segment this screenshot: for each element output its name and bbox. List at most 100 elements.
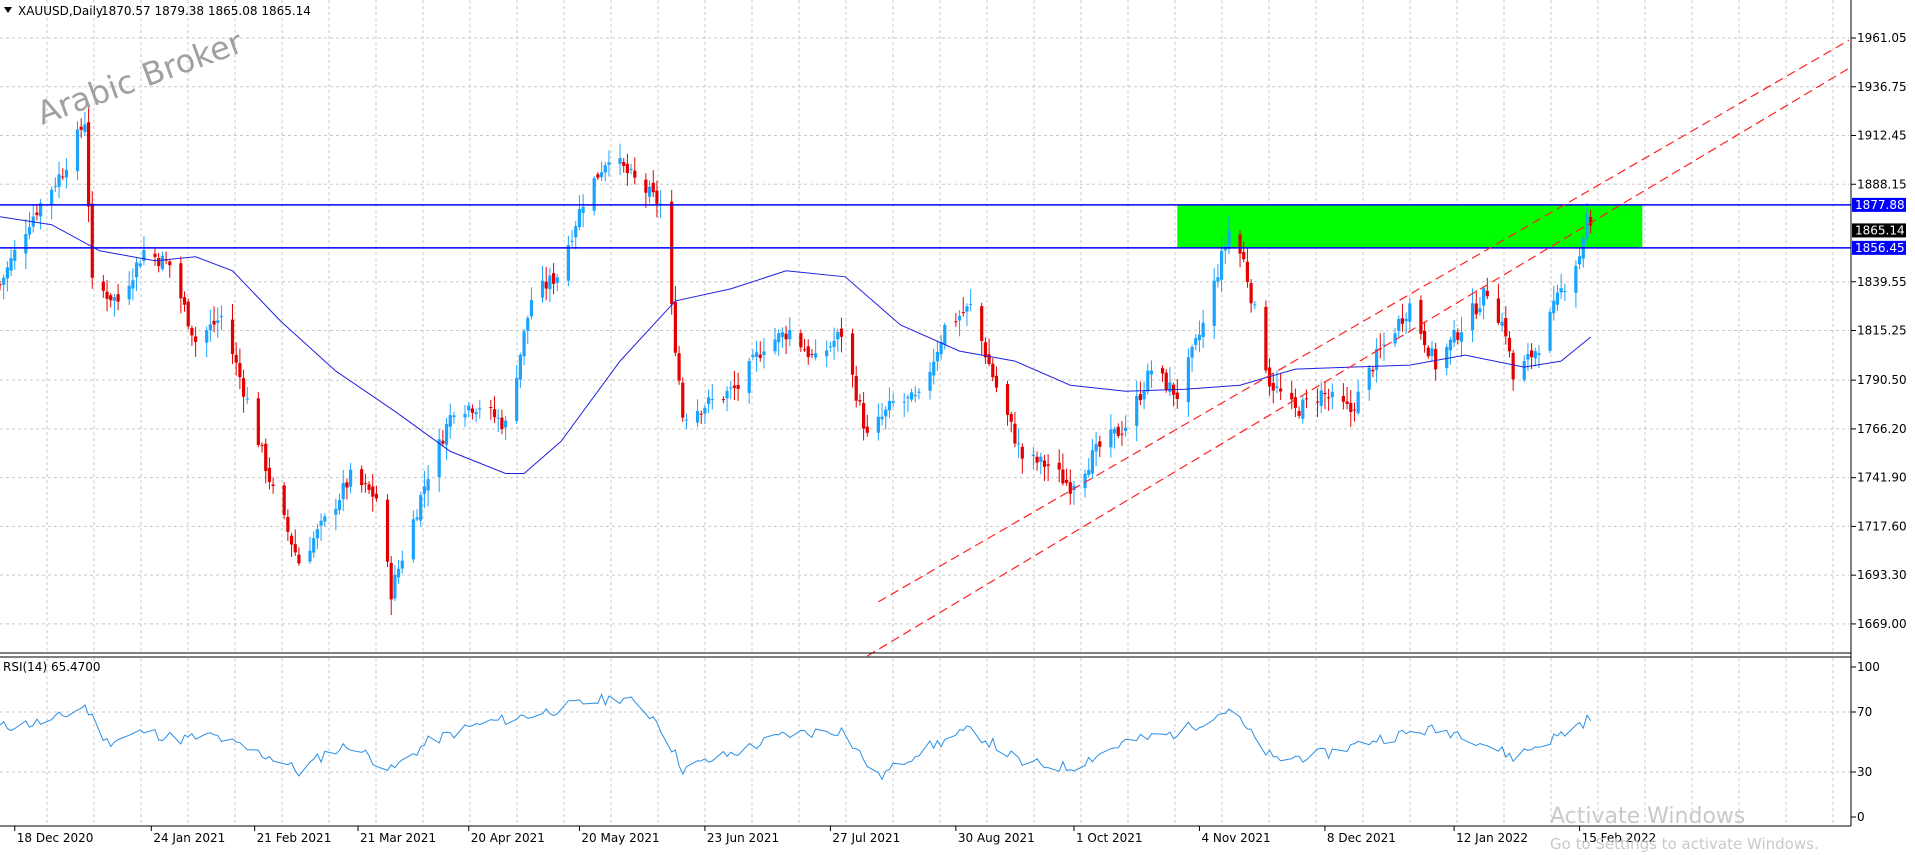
candle-body (902, 401, 906, 403)
candle-body (810, 354, 814, 356)
candle-body (1533, 351, 1537, 359)
candle-body (0, 284, 2, 286)
candle-body (1094, 444, 1098, 452)
candle-body (703, 407, 707, 414)
candle-body (1138, 394, 1143, 401)
candle-body (319, 520, 323, 526)
candle-body (932, 361, 936, 376)
candle-body (1371, 369, 1375, 372)
candle-body (160, 255, 164, 270)
candle-body (887, 400, 892, 411)
activate-windows-title: Activate Windows (1550, 804, 1745, 829)
candle-body (27, 227, 32, 235)
x-tick-label: 23 Jun 2021 (707, 831, 779, 845)
resistance-zone[interactable] (1177, 204, 1643, 248)
candle-body (655, 190, 659, 204)
candle-body (79, 126, 83, 130)
candle-body (216, 320, 220, 323)
candle-body (758, 354, 762, 358)
candle-body (788, 330, 792, 340)
candle-body (633, 170, 637, 178)
candle-body (182, 297, 187, 305)
candle-body (1039, 456, 1043, 462)
candle-body (61, 176, 65, 178)
candle-body (1459, 332, 1464, 342)
candle-body (293, 544, 297, 553)
candle-body (83, 124, 87, 132)
candle-body (991, 363, 995, 378)
candle-body (112, 297, 117, 301)
candle-body (825, 350, 829, 357)
y-tick-label: 1839.55 (1857, 275, 1907, 289)
candle-body (1164, 372, 1168, 390)
candle-body (647, 186, 652, 197)
chart-canvas: 1961.05 1936.75 1912.45 1888.15 1839.55 1815.… (0, 0, 1915, 855)
candle-body (323, 516, 327, 522)
candle-body (1064, 479, 1069, 483)
candle-body (1404, 318, 1408, 322)
candle-body (773, 339, 777, 352)
candle-body (607, 162, 611, 165)
candle-body (865, 426, 869, 433)
candle-body (1559, 288, 1563, 293)
candle-body (729, 387, 733, 389)
y-tick-label: 1936.75 (1857, 80, 1907, 94)
candle-body (1485, 290, 1489, 297)
candle-body (1146, 370, 1150, 392)
candle-body (1422, 330, 1427, 346)
candle-body (496, 417, 500, 419)
candle-body (551, 273, 556, 284)
candle-body (1367, 367, 1371, 390)
candle-body (943, 324, 947, 345)
rsi-y-tick-label: 100 (1857, 660, 1880, 674)
candle-body (116, 294, 120, 302)
candle-body (1430, 348, 1434, 357)
candle-body (1109, 429, 1113, 448)
candle-body (437, 439, 441, 478)
x-tick-label: 12 Jan 2022 (1456, 831, 1528, 845)
candle-body (1098, 441, 1102, 447)
candle-body (935, 352, 940, 362)
candle-body (374, 493, 379, 499)
candle-body (1068, 482, 1072, 494)
candle-body (1552, 300, 1556, 314)
candle-body (1227, 230, 1231, 249)
activate-windows-subtitle: Go to Settings to activate Windows. (1550, 835, 1819, 853)
candle-body (1264, 306, 1268, 371)
y-tick-label: 1888.15 (1857, 177, 1907, 191)
y-tick-label: 1717.60 (1857, 519, 1907, 533)
candle-body (1009, 414, 1013, 422)
candle-body (1555, 292, 1560, 305)
candle-body (555, 277, 559, 283)
candle-body (725, 390, 729, 399)
candle-body (1290, 392, 1294, 400)
candle-body (710, 398, 714, 401)
x-tick-label: 1 Oct 2021 (1076, 831, 1143, 845)
y-tick-label: 1693.30 (1857, 568, 1907, 582)
candle-body (1061, 469, 1065, 484)
candle-body (1478, 308, 1482, 313)
candle-body (1301, 399, 1305, 419)
y-tick-label: 1766.20 (1857, 422, 1907, 436)
x-tick-label: 20 Apr 2021 (471, 831, 545, 845)
candle-body (1393, 333, 1397, 344)
candle-body (1585, 213, 1589, 239)
candle-body (695, 410, 700, 423)
candle-body (736, 384, 740, 389)
candle-body (1397, 318, 1401, 331)
candle-body (928, 371, 932, 391)
candle-body (1253, 304, 1257, 306)
candle-body (190, 327, 194, 336)
candle-body (1216, 277, 1220, 282)
candle-body (1149, 370, 1154, 375)
candle-body (50, 189, 54, 205)
x-tick-label: 30 Aug 2021 (958, 831, 1035, 845)
candle-body (1194, 338, 1198, 345)
candle-body (1482, 288, 1486, 306)
candle-body (1349, 402, 1353, 413)
candle-body (2, 277, 6, 285)
candle-body (913, 394, 917, 397)
candle-body (308, 550, 312, 562)
candle-body (876, 416, 880, 433)
candle-body (419, 495, 423, 521)
